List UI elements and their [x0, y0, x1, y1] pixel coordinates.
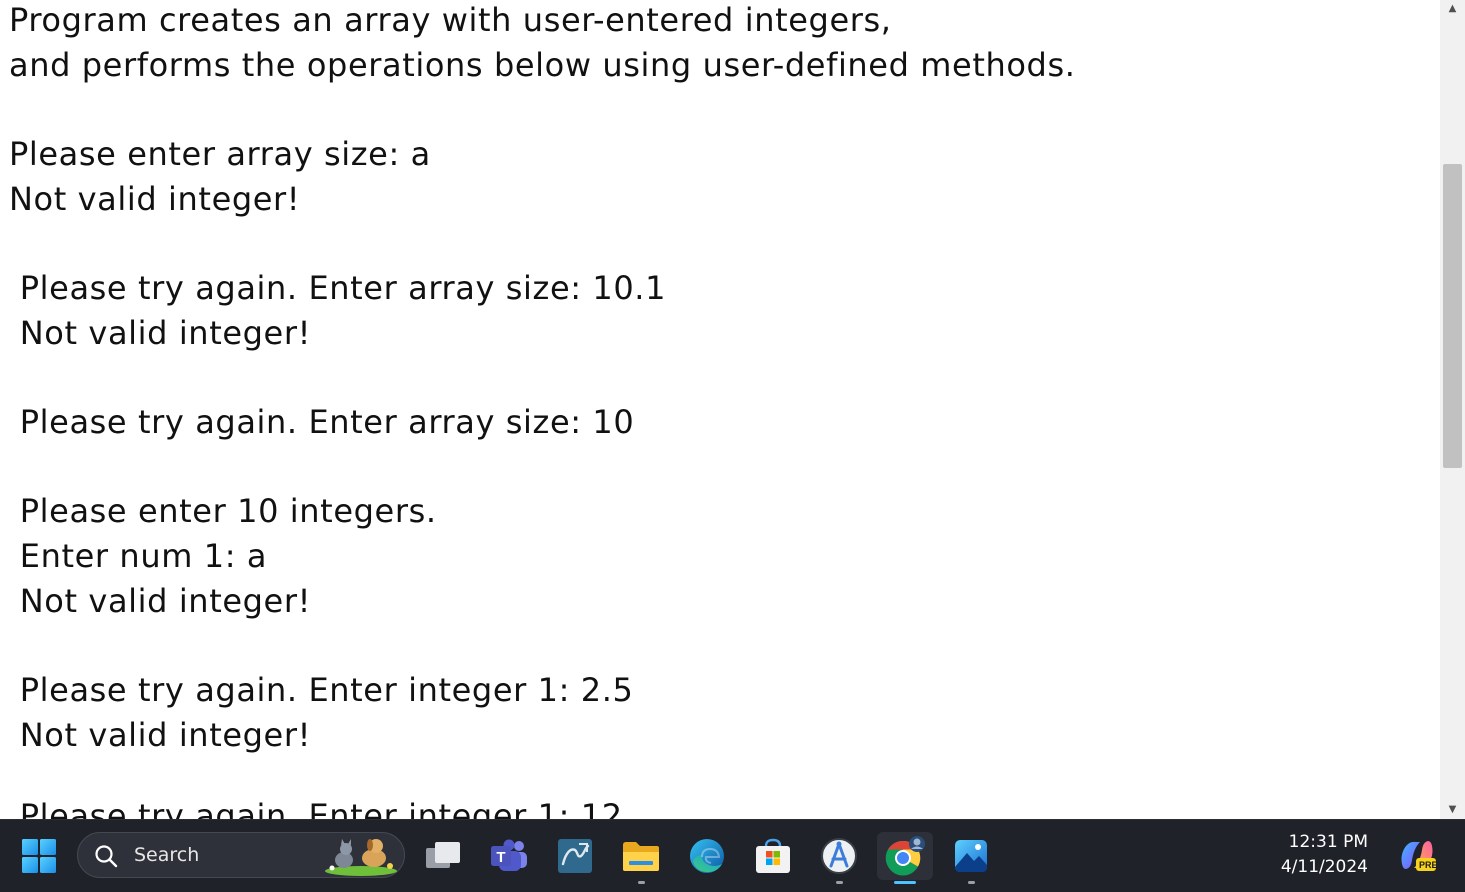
console-line: Not valid integer!	[9, 716, 312, 754]
chrome-icon	[885, 836, 925, 876]
console-line: Please enter 10 integers.	[9, 492, 437, 530]
running-indicator	[968, 881, 975, 884]
console-output: Program creates an array with user-enter…	[0, 0, 1440, 819]
android-studio-icon	[821, 838, 857, 874]
svg-text:T: T	[496, 849, 505, 866]
task-view-button[interactable]	[419, 832, 467, 880]
clock-date: 4/11/2024	[1280, 857, 1368, 877]
system-clock[interactable]: 12:31 PM 4/11/2024	[1281, 830, 1368, 880]
mysql-workbench-button[interactable]	[551, 832, 599, 880]
search-highlight-art-icon	[325, 839, 397, 876]
console-line: Please enter array size: a	[9, 135, 431, 173]
console-line: Please try again. Enter integer 1: 12	[9, 797, 623, 819]
console-line: Please try again. Enter array size: 10	[9, 403, 635, 441]
start-button[interactable]	[15, 832, 63, 880]
mysql-workbench-icon	[558, 839, 592, 873]
file-explorer-button[interactable]	[617, 832, 665, 884]
console-line: Please try again. Enter array size: 10.1	[9, 269, 667, 307]
taskbar-search[interactable]: Search	[77, 832, 405, 878]
edge-icon	[690, 839, 724, 873]
search-icon	[95, 845, 118, 868]
running-indicator	[836, 881, 843, 884]
console-line: Enter num 1: a	[9, 537, 268, 575]
chrome-button[interactable]	[877, 832, 933, 884]
console-line: Program creates an array with user-enter…	[9, 1, 892, 39]
teams-icon: T	[491, 839, 527, 871]
console-line: Not valid integer!	[9, 582, 312, 620]
clock-time: 12:31 PM	[1288, 832, 1368, 852]
microsoft-store-icon	[756, 838, 790, 873]
scroll-thumb[interactable]	[1443, 164, 1462, 468]
task-view-icon	[426, 842, 460, 868]
active-indicator	[894, 881, 916, 884]
scroll-up-arrow-icon[interactable]: ▲	[1440, 0, 1465, 16]
console-line: Not valid integer!	[9, 314, 312, 352]
photos-button[interactable]	[947, 832, 995, 884]
copilot-button[interactable]: PRE	[1398, 838, 1438, 878]
console-line: and performs the operations below using …	[9, 46, 1076, 84]
search-placeholder: Search	[134, 844, 200, 866]
copilot-badge: PRE	[1419, 860, 1438, 870]
file-explorer-icon	[623, 842, 659, 871]
android-studio-button[interactable]	[815, 832, 863, 884]
edge-button[interactable]	[683, 832, 731, 880]
photos-icon	[955, 840, 987, 872]
console-line: Not valid integer!	[9, 180, 301, 218]
start-icon	[22, 839, 56, 873]
microsoft-store-button[interactable]	[749, 832, 797, 880]
running-indicator	[638, 881, 645, 884]
scroll-down-arrow-icon[interactable]: ▼	[1440, 801, 1465, 817]
taskbar: Search T 12:31 PM 4/11/2024 PRE	[0, 819, 1465, 892]
console-line: Please try again. Enter integer 1: 2.5	[9, 671, 634, 709]
vertical-scrollbar[interactable]: ▲ ▼	[1440, 0, 1465, 819]
teams-button[interactable]: T	[485, 832, 533, 880]
